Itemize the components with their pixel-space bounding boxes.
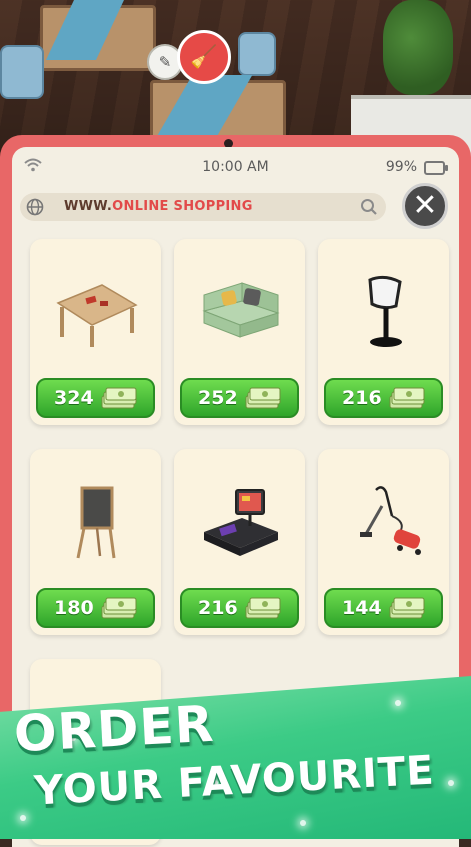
url-prefix: WWW. bbox=[64, 199, 113, 214]
product-card-easel[interactable]: 180 bbox=[30, 449, 161, 635]
product-card-table[interactable]: 324 bbox=[30, 239, 161, 425]
cash-icon bbox=[100, 386, 138, 410]
product-card-vacuum[interactable]: 144 bbox=[318, 449, 449, 635]
easel-board-icon bbox=[40, 461, 151, 581]
sofa-icon bbox=[184, 251, 295, 371]
address-bar[interactable]: WWW.ONLINE SHOPPING bbox=[20, 193, 386, 221]
product-card-register[interactable]: 216 bbox=[174, 449, 305, 635]
item-price: 216 bbox=[342, 387, 382, 409]
scene-chair bbox=[0, 45, 44, 99]
close-button[interactable]: ✕ bbox=[402, 183, 448, 229]
buy-button[interactable]: 180 bbox=[36, 588, 155, 628]
cash-icon bbox=[244, 596, 282, 620]
promo-headline: ORDER bbox=[12, 694, 216, 764]
item-price: 180 bbox=[54, 597, 94, 619]
item-price: 252 bbox=[198, 387, 238, 409]
buy-button[interactable]: 252 bbox=[180, 378, 299, 418]
cash-icon bbox=[244, 386, 282, 410]
close-icon: ✕ bbox=[412, 188, 438, 223]
bar-stool-icon bbox=[328, 251, 439, 371]
battery-icon bbox=[424, 161, 448, 175]
cash-icon bbox=[388, 596, 426, 620]
cleaning-task-icon[interactable]: 🧹 bbox=[177, 30, 231, 84]
vacuum-cleaner-icon bbox=[328, 461, 439, 581]
status-bar: 10:00 AM 99% bbox=[12, 157, 459, 179]
globe-icon bbox=[26, 198, 44, 216]
scene-plant bbox=[383, 0, 453, 95]
item-price: 216 bbox=[198, 597, 238, 619]
cash-icon bbox=[388, 386, 426, 410]
item-price: 324 bbox=[54, 387, 94, 409]
buy-button[interactable]: 324 bbox=[36, 378, 155, 418]
buy-button[interactable]: 216 bbox=[180, 588, 299, 628]
item-price: 144 bbox=[342, 597, 382, 619]
cash-icon bbox=[100, 596, 138, 620]
product-card-sofa[interactable]: 252 bbox=[174, 239, 305, 425]
table-icon bbox=[40, 251, 151, 371]
url-domain: ONLINE SHOPPING bbox=[112, 199, 253, 214]
url-text: WWW.ONLINE SHOPPING bbox=[64, 199, 253, 214]
search-icon[interactable] bbox=[360, 198, 378, 216]
buy-button[interactable]: 216 bbox=[324, 378, 443, 418]
cash-register-icon bbox=[184, 461, 295, 581]
product-card-stool[interactable]: 216 bbox=[318, 239, 449, 425]
battery-percentage: 99% bbox=[385, 159, 417, 175]
scene-chair bbox=[238, 32, 276, 76]
buy-button[interactable]: 144 bbox=[324, 588, 443, 628]
